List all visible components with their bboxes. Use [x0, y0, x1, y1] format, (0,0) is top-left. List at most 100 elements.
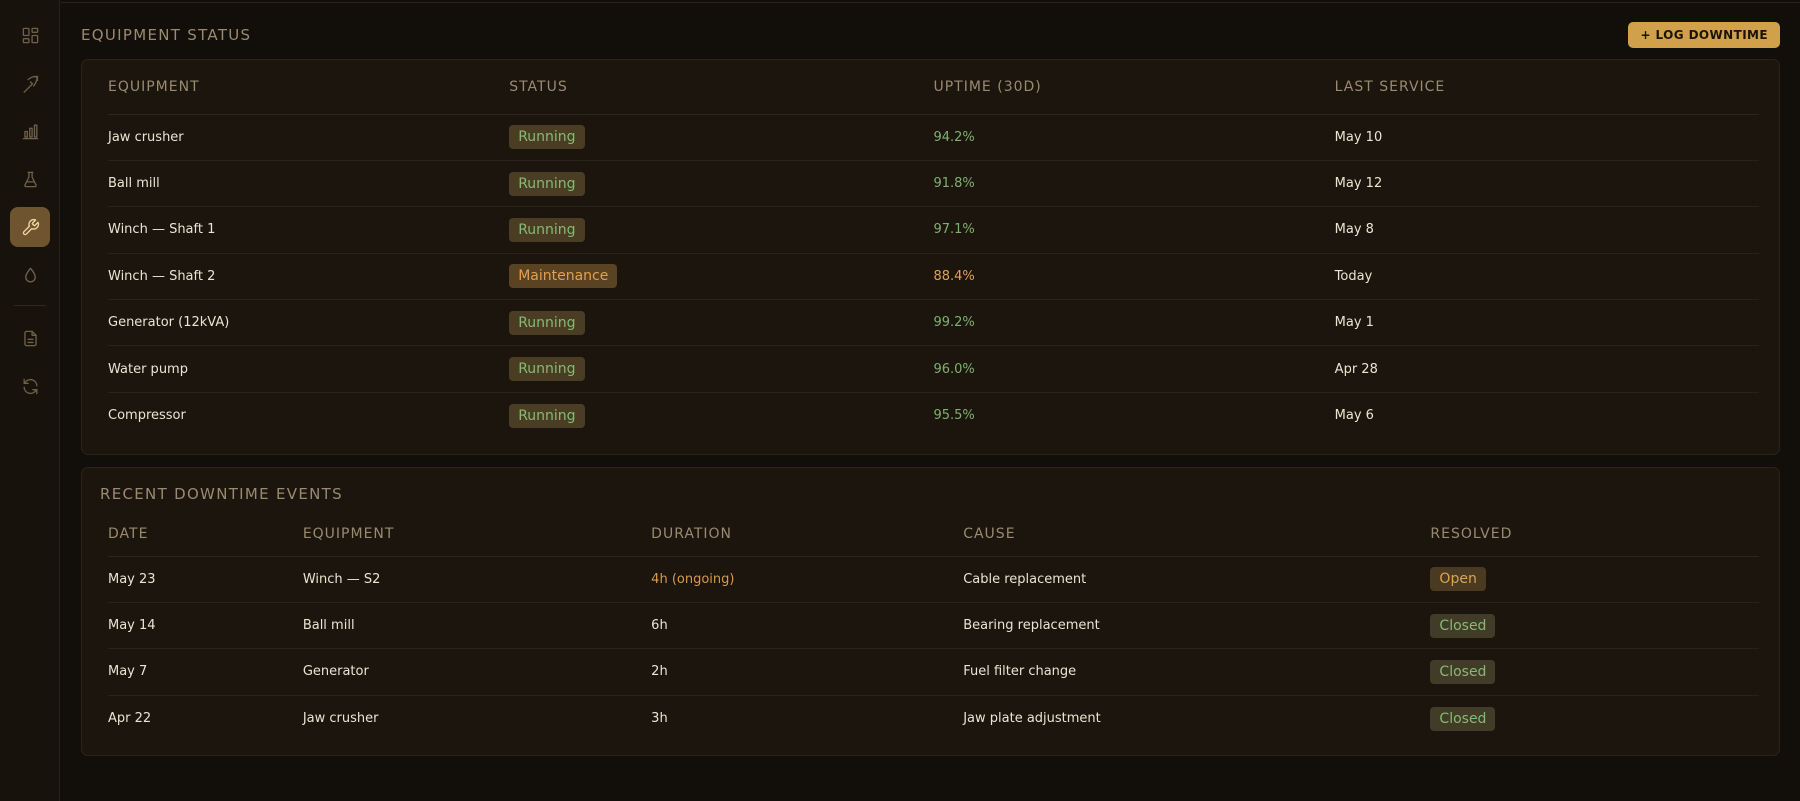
col-uptime[interactable]: UPTIME (30D) — [933, 60, 1335, 115]
equipment-name: Jaw crusher — [108, 114, 510, 161]
event-cause: Jaw plate adjustment — [963, 711, 1101, 727]
resolved-badge: Closed — [1430, 659, 1496, 684]
log-downtime-button[interactable]: + LOG DOWNTIME — [1628, 22, 1780, 48]
event-equipment: Generator — [302, 648, 652, 696]
resolved-badge: Closed — [1430, 613, 1496, 638]
event-duration: 6h — [651, 602, 964, 650]
col-date[interactable]: DATE — [108, 512, 303, 557]
status-cell: Running — [509, 114, 934, 161]
equipment-name: Generator (12kVA) — [108, 299, 510, 347]
nav-lab[interactable] — [10, 159, 50, 199]
table-row[interactable]: Apr 22 Jaw crusher 3h Jaw plate adjustme… — [108, 695, 1759, 741]
table-row[interactable]: Winch — Shaft 1 Running 97.1% May 8 — [108, 206, 1759, 254]
droplet-icon — [24, 267, 36, 282]
status-cell: Running — [509, 299, 934, 347]
last-service: Today — [1334, 253, 1759, 301]
table-header-row: EQUIPMENT STATUS UPTIME (30D) LAST SERVI… — [108, 60, 1759, 115]
sidebar — [0, 0, 60, 801]
resolved-badge: Closed — [1430, 706, 1496, 731]
table-row[interactable]: May 23 Winch — S2 4h (ongoing) Cable rep… — [108, 556, 1759, 603]
col-cause[interactable]: CAUSE — [963, 512, 1431, 557]
event-equipment: Jaw crusher — [302, 711, 379, 727]
equipment-table: EQUIPMENT STATUS UPTIME (30D) LAST SERVI… — [108, 60, 1759, 439]
event-equipment: Ball mill — [302, 602, 652, 650]
uptime-value: 97.1% — [933, 206, 1335, 254]
equipment-name: Ball mill — [108, 160, 510, 208]
status-cell: Maintenance — [509, 253, 934, 301]
status-badge: Running — [509, 403, 585, 428]
nav-equipment[interactable] — [10, 207, 50, 247]
event-duration: 4h (ongoing) — [651, 556, 964, 603]
col-duration[interactable]: DURATION — [651, 512, 964, 557]
table-row[interactable]: May 14 Ball mill 6h Bearing replacement … — [108, 602, 1759, 650]
event-date: May 23 — [108, 556, 303, 603]
event-date: May 14 — [108, 602, 303, 650]
col-equipment[interactable]: EQUIPMENT — [302, 512, 652, 557]
table-row[interactable]: Jaw crusher Running 94.2% May 10 — [108, 114, 1759, 161]
last-service: May 8 — [1334, 206, 1759, 254]
table-row[interactable]: Ball mill Running 91.8% May 12 — [108, 160, 1759, 208]
event-date: Apr 22 — [108, 711, 152, 727]
resolved-cell: Closed — [1430, 695, 1759, 741]
event-cause: Bearing replacement — [963, 602, 1431, 650]
col-status[interactable]: STATUS — [509, 60, 934, 115]
sidebar-divider — [14, 305, 46, 306]
uptime-value: 99.2% — [933, 299, 1335, 347]
col-equipment[interactable]: EQUIPMENT — [108, 60, 510, 115]
last-service: May 1 — [1334, 299, 1759, 347]
flask-icon — [23, 171, 37, 187]
nav-mining[interactable] — [10, 63, 50, 103]
event-duration: 3h — [651, 711, 668, 727]
downtime-title: RECENT DOWNTIME EVENTS — [100, 485, 343, 503]
uptime-value: 91.8% — [933, 160, 1335, 208]
nav-analytics[interactable] — [10, 111, 50, 151]
uptime-value: 95.5% — [933, 408, 975, 424]
status-cell: Running — [509, 160, 934, 208]
nav-dashboard[interactable] — [10, 15, 50, 55]
table-row[interactable]: Winch — Shaft 2 Maintenance 88.4% Today — [108, 253, 1759, 301]
uptime-value: 96.0% — [933, 345, 1335, 393]
equipment-status-title: EQUIPMENT STATUS — [81, 26, 252, 44]
uptime-value: 94.2% — [933, 114, 1335, 161]
table-row[interactable]: May 7 Generator 2h Fuel filter change Cl… — [108, 648, 1759, 696]
status-cell: Running — [509, 392, 933, 438]
table-header-row: DATE EQUIPMENT DURATION CAUSE RESOLVED — [108, 512, 1759, 557]
last-service: May 10 — [1334, 114, 1759, 161]
uptime-value: 88.4% — [933, 253, 1335, 301]
event-cause: Fuel filter change — [963, 648, 1431, 696]
wrench-icon — [22, 218, 39, 235]
table-row[interactable]: Compressor Running 95.5% May 6 — [108, 392, 1759, 438]
last-service: Apr 28 — [1334, 345, 1759, 393]
downtime-card: RECENT DOWNTIME EVENTS DATE EQUIPMENT DU… — [81, 467, 1780, 756]
event-equipment: Winch — S2 — [302, 556, 652, 603]
equipment-name: Compressor — [108, 408, 186, 424]
table-row[interactable]: Generator (12kVA) Running 99.2% May 1 — [108, 299, 1759, 347]
main-content: EQUIPMENT STATUS + LOG DOWNTIME EQUIPMEN… — [61, 0, 1800, 801]
col-last-service[interactable]: LAST SERVICE — [1334, 60, 1759, 115]
downtime-table: DATE EQUIPMENT DURATION CAUSE RESOLVED M… — [108, 512, 1759, 742]
table-row[interactable]: Water pump Running 96.0% Apr 28 — [108, 345, 1759, 393]
status-badge: Running — [509, 171, 585, 196]
status-cell: Running — [509, 206, 934, 254]
nav-reports[interactable] — [10, 318, 50, 358]
document-icon — [23, 330, 37, 346]
nav-water[interactable] — [10, 255, 50, 295]
status-cell: Running — [509, 345, 934, 393]
nav-sync[interactable] — [10, 366, 50, 406]
resolved-cell: Closed — [1430, 602, 1759, 650]
event-cause: Cable replacement — [963, 556, 1431, 603]
resolved-cell: Open — [1430, 556, 1759, 603]
event-date: May 7 — [108, 648, 303, 696]
event-duration: 2h — [651, 648, 964, 696]
equipment-status-card: EQUIPMENT STATUS UPTIME (30D) LAST SERVI… — [81, 59, 1780, 455]
refresh-icon — [22, 378, 38, 394]
col-resolved[interactable]: RESOLVED — [1430, 512, 1759, 557]
status-badge: Maintenance — [509, 264, 618, 289]
resolved-cell: Closed — [1430, 648, 1759, 696]
equipment-name: Winch — Shaft 2 — [108, 253, 510, 301]
last-service: May 12 — [1334, 160, 1759, 208]
dashboard-icon — [22, 27, 38, 43]
status-badge: Running — [509, 310, 585, 335]
pickaxe-icon — [22, 75, 38, 93]
last-service: May 6 — [1334, 408, 1374, 424]
